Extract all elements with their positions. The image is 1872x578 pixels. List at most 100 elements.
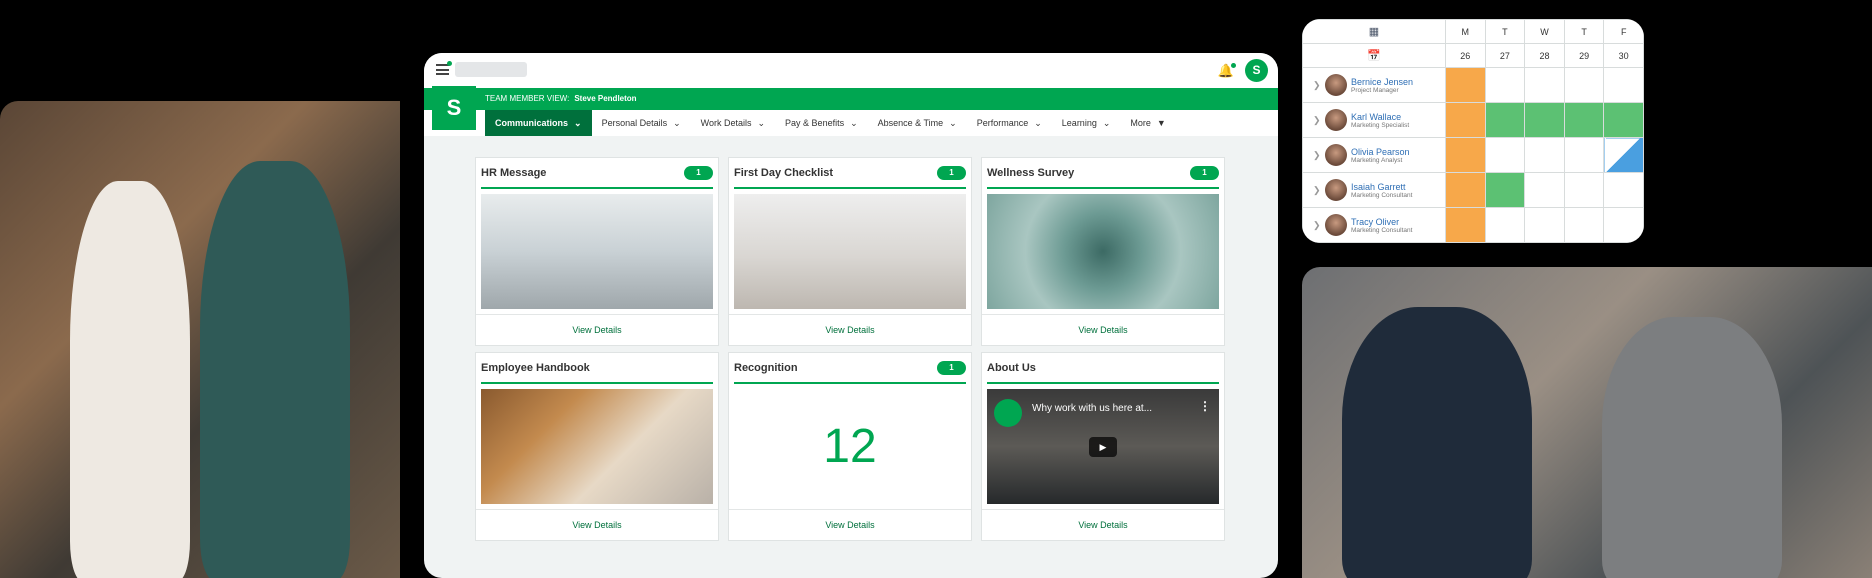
video-player[interactable]: Why work with us here at... ⋮ ▶: [987, 389, 1219, 504]
main-nav: Communications ⌄ Personal Details ⌄ Work D…: [424, 110, 1278, 136]
chevron-down-icon: ⌄: [949, 117, 957, 128]
person-name: Olivia Pearson: [1351, 146, 1410, 157]
person-item[interactable]: ❯ Tracy Oliver Marketing Consultant: [1303, 214, 1445, 236]
chevron-right-icon[interactable]: ❯: [1313, 220, 1321, 231]
shift-cell[interactable]: [1563, 207, 1605, 243]
view-details-link[interactable]: View Details: [729, 314, 971, 345]
top-bar: 🔔 S: [424, 53, 1278, 88]
view-details-link[interactable]: View Details: [729, 509, 971, 540]
shift-cell[interactable]: [1484, 67, 1526, 103]
menu-icon[interactable]: [436, 61, 452, 75]
nav-personal-details[interactable]: Personal Details ⌄: [592, 110, 691, 136]
shift-cell[interactable]: [1563, 102, 1605, 138]
bell-icon[interactable]: 🔔: [1218, 63, 1236, 79]
chevron-down-icon: ⌄: [574, 117, 582, 128]
shift-cell[interactable]: [1445, 137, 1486, 173]
shift-cell[interactable]: [1563, 137, 1605, 173]
shift-cell[interactable]: [1484, 137, 1526, 173]
chevron-down-icon: ⌄: [1102, 117, 1111, 128]
shift-cell[interactable]: [1484, 207, 1526, 243]
shift-cell[interactable]: [1524, 67, 1565, 103]
nav-more[interactable]: More ▼: [1120, 110, 1175, 136]
chevron-right-icon[interactable]: ❯: [1313, 185, 1321, 196]
day-header: W: [1524, 19, 1565, 44]
shift-cell[interactable]: [1603, 102, 1644, 138]
person-role: Marketing Specialist: [1351, 121, 1410, 129]
shift-cell[interactable]: [1563, 172, 1605, 208]
team-member-bar: TEAM MEMBER VIEW: Steve Pendleton: [424, 88, 1278, 110]
shift-cell[interactable]: [1603, 67, 1644, 103]
view-details-link[interactable]: View Details: [476, 509, 718, 540]
calendar-icon[interactable]: 📅: [1302, 43, 1446, 68]
nav-label: Communications: [495, 118, 569, 128]
shift-cell[interactable]: [1603, 207, 1644, 243]
count-badge: 1: [937, 165, 966, 180]
grid-icon[interactable]: ▦: [1302, 19, 1446, 44]
day-header: T: [1563, 19, 1605, 44]
shift-cell[interactable]: [1445, 67, 1486, 103]
card-hr-message: HR Message 1 View Details: [475, 157, 719, 346]
person-role: Marketing Consultant: [1351, 191, 1413, 199]
day-header: M: [1445, 19, 1486, 44]
view-details-link[interactable]: View Details: [476, 314, 718, 345]
nav-performance[interactable]: Performance ⌄: [967, 110, 1052, 136]
shift-cell[interactable]: [1524, 137, 1565, 173]
chevron-down-icon: ⌄: [673, 117, 681, 128]
person-item[interactable]: ❯ Isaiah Garrett Marketing Consultant: [1303, 179, 1445, 201]
nav-absence-time[interactable]: Absence & Time ⌄: [868, 110, 967, 136]
day-header: T: [1484, 19, 1526, 44]
card-image: [734, 194, 966, 309]
count-badge: 1: [937, 360, 966, 375]
user-avatar[interactable]: S: [1245, 59, 1268, 82]
person-role: Project Manager: [1351, 86, 1399, 94]
card-title: HR Message: [481, 166, 547, 179]
shift-cell[interactable]: [1445, 172, 1486, 208]
avatar: [1325, 214, 1347, 236]
shift-cell[interactable]: [1484, 172, 1526, 208]
card-title: First Day Checklist: [734, 166, 834, 179]
chevron-right-icon[interactable]: ❯: [1313, 150, 1321, 161]
shift-cell[interactable]: [1484, 102, 1526, 138]
view-details-link[interactable]: View Details: [982, 314, 1224, 345]
play-icon[interactable]: ▶: [1089, 436, 1117, 457]
photo-meeting: [1302, 267, 1872, 578]
shift-cell[interactable]: [1524, 207, 1565, 243]
date-header: 26: [1445, 43, 1486, 68]
view-details-link[interactable]: View Details: [982, 509, 1224, 540]
shift-cell[interactable]: [1445, 207, 1486, 243]
card-title: About Us: [987, 361, 1036, 374]
nav-label: Pay & Benefits: [785, 118, 845, 128]
shift-cell[interactable]: [1563, 67, 1605, 103]
nav-label: Learning: [1061, 118, 1097, 128]
nav-communications[interactable]: Communications ⌄: [485, 110, 592, 136]
nav-work-details[interactable]: Work Details ⌄: [691, 110, 775, 136]
person-item[interactable]: ❯ Karl Wallace Marketing Specialist: [1303, 109, 1445, 131]
card-title: Recognition: [734, 361, 798, 374]
chevron-down-icon: ⌄: [1034, 117, 1042, 128]
date-header: 29: [1563, 43, 1605, 68]
card-title: Employee Handbook: [481, 361, 590, 374]
schedule-row: ❯ Bernice Jensen Project Manager: [1302, 67, 1644, 103]
shift-cell[interactable]: [1445, 102, 1486, 138]
chevron-right-icon[interactable]: ❯: [1313, 80, 1321, 91]
person-item[interactable]: ❯ Olivia Pearson Marketing Analyst: [1303, 144, 1445, 166]
card-first-day-checklist: First Day Checklist 1 View Details: [728, 157, 972, 346]
chevron-down-icon: ⌄: [850, 117, 858, 128]
more-vertical-icon[interactable]: ⋮: [1199, 399, 1211, 413]
date-header: 28: [1524, 43, 1565, 68]
hr-app-window: 🔔 S S TEAM MEMBER VIEW: Steve Pendleton C…: [424, 53, 1278, 578]
nav-label: Performance: [976, 118, 1029, 128]
schedule-grid: ▦ M T W T F 📅 26 27 28 29 30 ❯ Bernice J…: [1302, 19, 1644, 243]
person-name: Karl Wallace: [1351, 111, 1402, 122]
nav-pay-benefits[interactable]: Pay & Benefits ⌄: [775, 110, 868, 136]
photo-coworkers-tablet: [0, 101, 400, 578]
card-image: [481, 194, 713, 309]
shift-cell[interactable]: [1603, 172, 1644, 208]
shift-cell[interactable]: [1524, 172, 1565, 208]
person-item[interactable]: ❯ Bernice Jensen Project Manager: [1303, 74, 1445, 96]
shift-cell[interactable]: [1524, 102, 1565, 138]
nav-learning[interactable]: Learning ⌄: [1052, 110, 1121, 136]
app-logo: S: [432, 86, 476, 130]
shift-cell[interactable]: [1603, 137, 1644, 173]
chevron-right-icon[interactable]: ❯: [1313, 115, 1321, 126]
